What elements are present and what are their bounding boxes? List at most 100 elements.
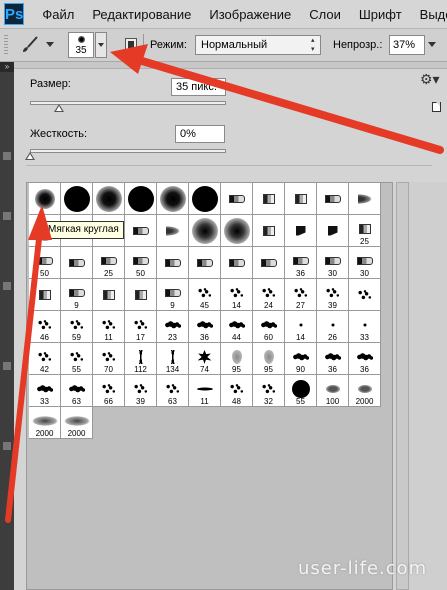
brush-preset-cell[interactable]: 66 (93, 375, 125, 407)
brush-preset-cell[interactable]: 42 (29, 343, 61, 375)
brush-preset-cell[interactable] (349, 279, 381, 311)
brush-preset-cell[interactable] (125, 279, 157, 311)
photoshop-logo[interactable]: Ps (4, 3, 25, 25)
brush-preset-cell[interactable]: 39 (317, 279, 349, 311)
brush-preset-cell[interactable]: 24 (253, 279, 285, 311)
brush-preset-cell[interactable] (125, 183, 157, 215)
tool-slot[interactable] (3, 212, 11, 220)
hardness-slider-track[interactable] (30, 149, 226, 153)
brush-preset-cell[interactable]: 32 (253, 375, 285, 407)
brush-preset-cell[interactable]: 50 (125, 247, 157, 279)
brush-preset-cell[interactable]: 36 (189, 311, 221, 343)
tool-slot[interactable] (3, 282, 11, 290)
brush-preset-cell[interactable] (29, 183, 61, 215)
brush-preset-cell[interactable] (253, 215, 285, 247)
brush-preset-cell[interactable] (221, 215, 253, 247)
brush-preset-cell[interactable]: 44 (221, 311, 253, 343)
brush-preset-cell[interactable]: 2000 (349, 375, 381, 407)
brush-preset-cell[interactable] (157, 183, 189, 215)
brush-preset-cell[interactable]: 14 (285, 311, 317, 343)
brush-preset-cell[interactable]: 30 (349, 247, 381, 279)
size-slider-thumb[interactable] (54, 104, 65, 112)
brush-preset-cell[interactable]: 17 (125, 311, 157, 343)
grid-scrollbar[interactable] (396, 182, 409, 590)
brush-preset-cell[interactable] (285, 183, 317, 215)
gear-icon[interactable]: ⚙▾ (420, 72, 440, 86)
brush-preset-cell[interactable] (93, 279, 125, 311)
options-bar-grip[interactable] (4, 35, 8, 55)
brush-preset-cell[interactable]: 95 (221, 343, 253, 375)
brush-preset-cell[interactable]: 30 (317, 247, 349, 279)
brush-preset-cell[interactable]: 112 (125, 343, 157, 375)
brush-preset-cell[interactable]: 70 (93, 343, 125, 375)
brush-preset-cell[interactable]: 33 (349, 311, 381, 343)
brush-panel-toggle-icon[interactable] (125, 38, 137, 52)
brush-preset-cell[interactable]: 36 (285, 247, 317, 279)
brush-preset-cell[interactable]: 63 (157, 375, 189, 407)
brush-preset-cell[interactable] (189, 247, 221, 279)
brush-preset-cell[interactable] (221, 183, 253, 215)
brush-preset-cell[interactable]: 45 (189, 279, 221, 311)
tool-slot[interactable] (3, 442, 11, 450)
brush-preset-cell[interactable] (285, 215, 317, 247)
brush-preset-cell[interactable]: 26 (317, 311, 349, 343)
brush-preset-cell[interactable]: 11 (189, 375, 221, 407)
tool-preset-dropdown[interactable] (46, 42, 54, 47)
brush-preset-cell[interactable]: 36 (317, 343, 349, 375)
brush-preset-cell[interactable]: 74 (189, 343, 221, 375)
brush-preset-cell[interactable]: 134 (157, 343, 189, 375)
brush-preset-cell[interactable]: 9 (157, 279, 189, 311)
brush-preset-cell[interactable] (189, 183, 221, 215)
brush-preset-cell[interactable]: 55 (285, 375, 317, 407)
brush-preset-cell[interactable] (93, 183, 125, 215)
size-input[interactable]: 35 пикс. (171, 78, 226, 96)
brush-preset-cell[interactable] (157, 215, 189, 247)
menu-type[interactable]: Шрифт (359, 7, 402, 22)
brush-preset-cell[interactable]: 27 (285, 279, 317, 311)
tool-slot[interactable] (3, 152, 11, 160)
brush-preset-cell[interactable]: 2000 (29, 407, 61, 439)
brush-preset-cell[interactable] (157, 247, 189, 279)
opacity-input[interactable]: 37% (389, 35, 425, 55)
brush-preset-cell[interactable]: 59 (61, 311, 93, 343)
brush-preset-cell[interactable] (61, 183, 93, 215)
brush-preset-cell[interactable] (29, 279, 61, 311)
brush-preset-cell[interactable] (253, 183, 285, 215)
brush-preset-cell[interactable] (253, 247, 285, 279)
brush-preset-cell[interactable] (317, 183, 349, 215)
brush-preset-cell[interactable]: 14 (221, 279, 253, 311)
brush-preset-cell[interactable] (189, 215, 221, 247)
brush-preset-cell[interactable]: 23 (157, 311, 189, 343)
hardness-slider-thumb[interactable] (25, 152, 35, 160)
brush-preset-cell[interactable]: 90 (285, 343, 317, 375)
menu-file[interactable]: Файл (42, 7, 74, 22)
hardness-input[interactable]: 0% (175, 125, 225, 143)
brush-preset-cell[interactable]: 2000 (61, 407, 93, 439)
brush-preset-cell[interactable]: 39 (125, 375, 157, 407)
brush-preset-cell[interactable]: 50 (29, 247, 61, 279)
brush-preset-cell[interactable] (125, 215, 157, 247)
tool-slot[interactable] (3, 362, 11, 370)
brush-preset-cell[interactable]: 25 (93, 247, 125, 279)
brush-preset-cell[interactable] (61, 247, 93, 279)
brush-preset-cell[interactable]: 63 (61, 375, 93, 407)
menu-edit[interactable]: Редактирование (92, 7, 191, 22)
brush-preset-cell[interactable]: 9 (61, 279, 93, 311)
brush-preset-cell[interactable]: 55 (61, 343, 93, 375)
brush-preset-cell[interactable] (221, 247, 253, 279)
brush-icon[interactable] (18, 35, 42, 55)
brush-preset-cell[interactable]: 48 (221, 375, 253, 407)
mode-select[interactable]: Нормальный (195, 35, 321, 55)
brush-preset-cell[interactable]: 60 (253, 311, 285, 343)
brush-preset-cell[interactable]: 46 (29, 311, 61, 343)
brush-preset-cell[interactable]: 95 (253, 343, 285, 375)
menu-layers[interactable]: Слои (309, 7, 341, 22)
brush-preset-preview[interactable]: 35 (68, 32, 94, 58)
brush-preset-cell[interactable] (317, 215, 349, 247)
brush-preset-cell[interactable]: 25 (349, 215, 381, 247)
tools-panel-collapse[interactable]: » (0, 62, 14, 72)
brush-preset-cell[interactable]: 36 (349, 343, 381, 375)
brush-preset-cell[interactable]: 33 (29, 375, 61, 407)
menu-select[interactable]: Выделе (420, 7, 447, 22)
brush-preset-cell[interactable] (349, 183, 381, 215)
